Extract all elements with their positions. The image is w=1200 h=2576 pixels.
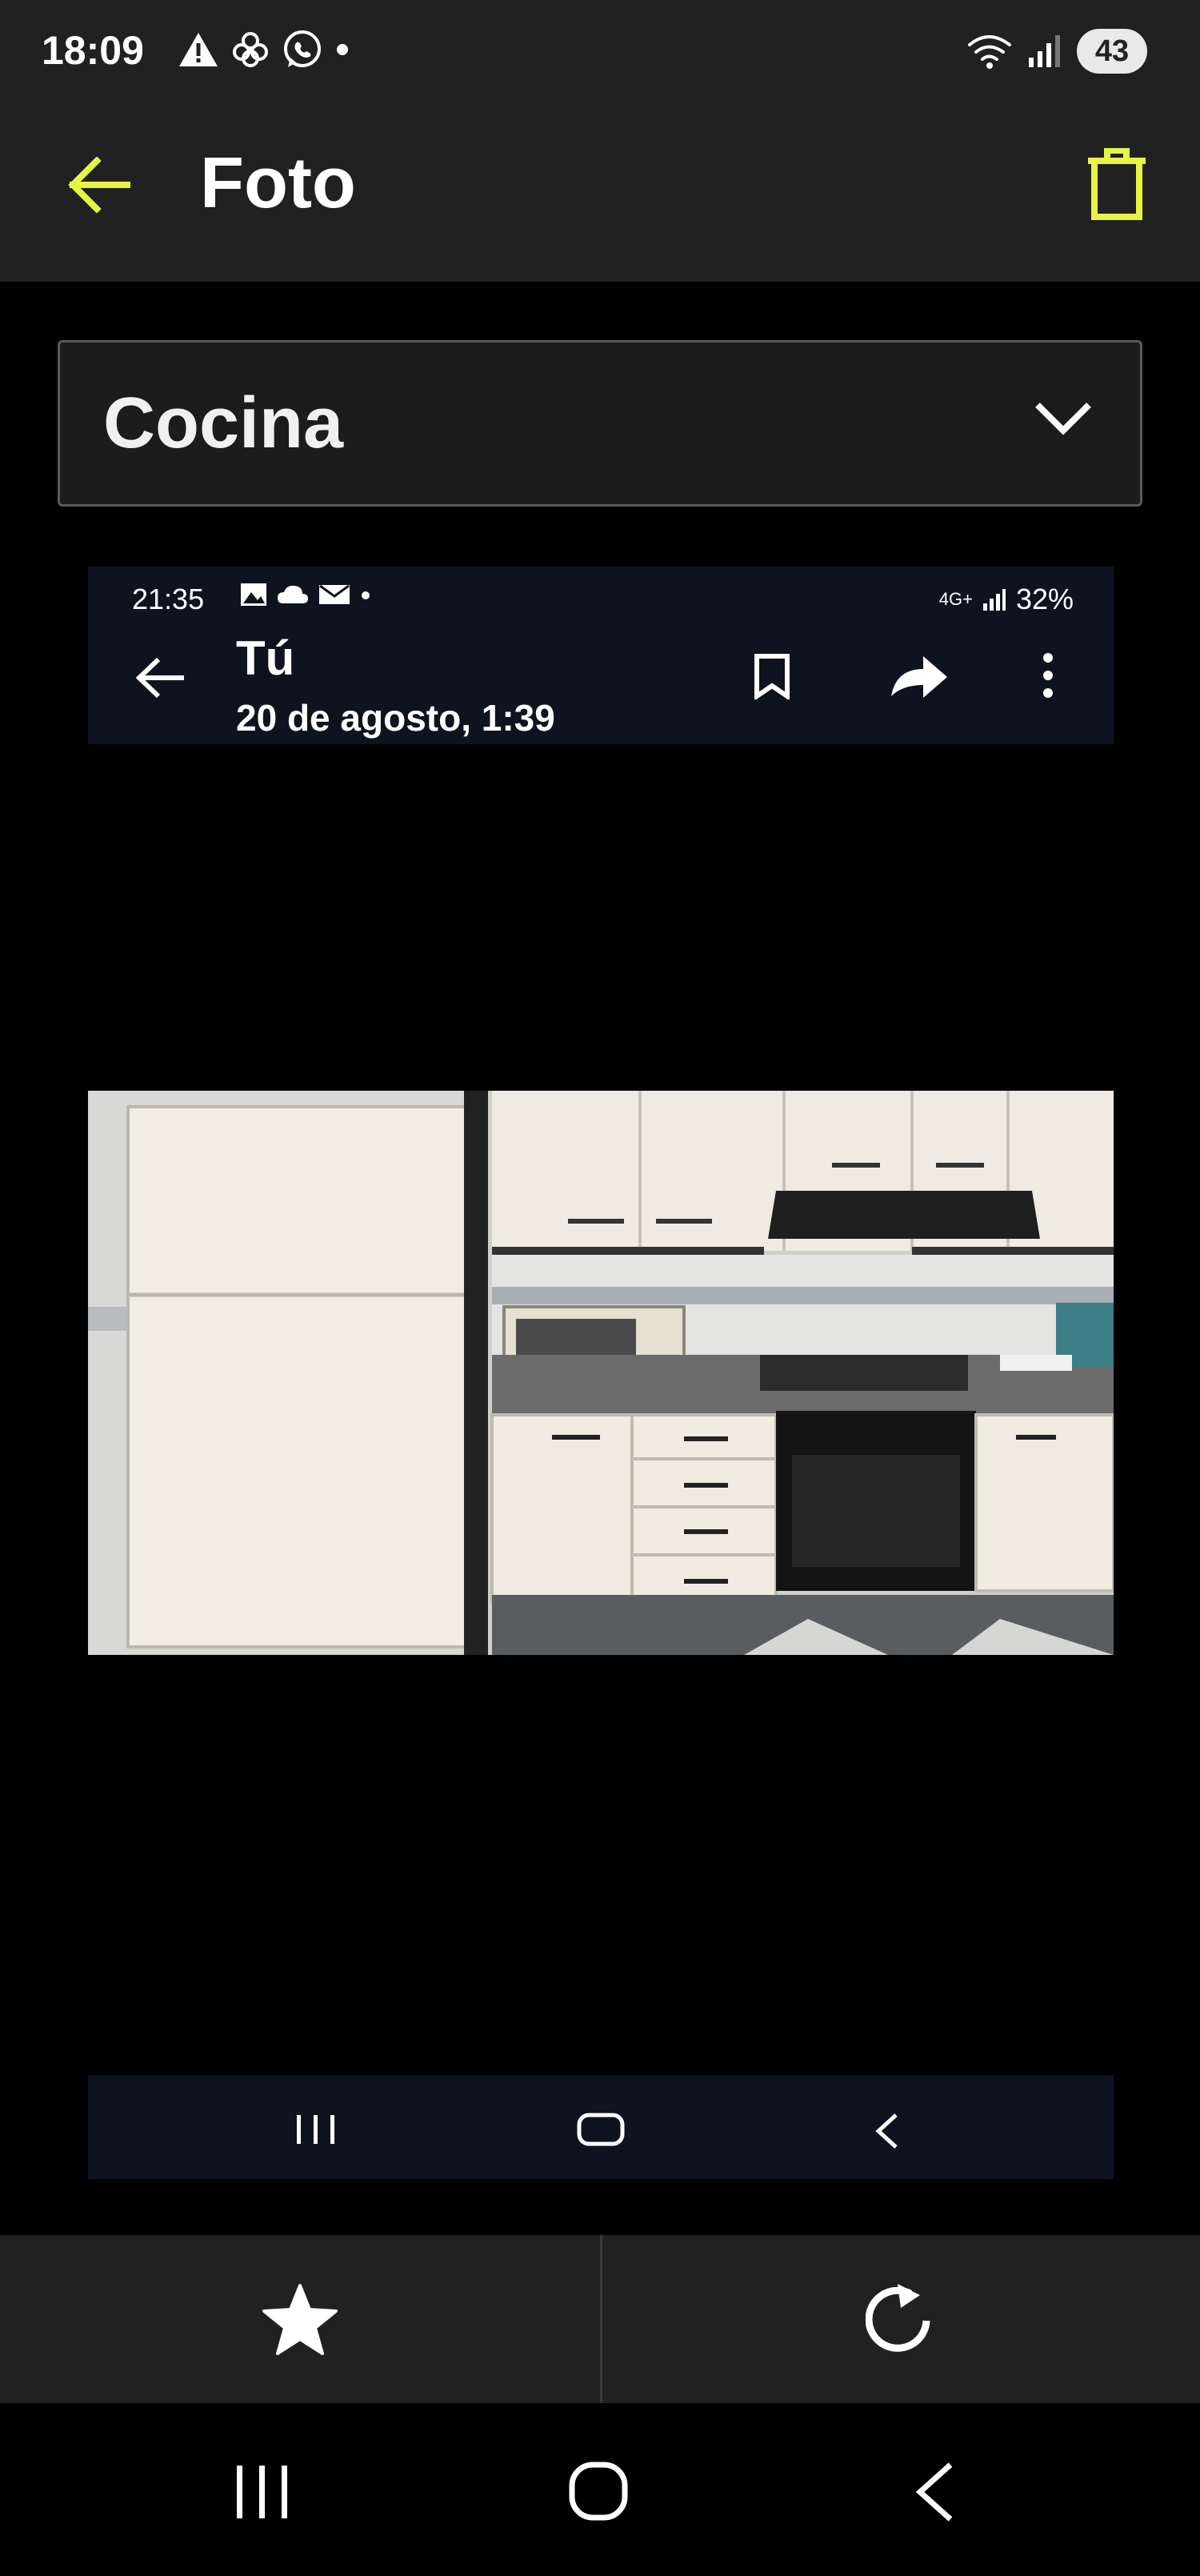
system-indicators: 43 — [966, 29, 1147, 74]
embedded-date: 20 de agosto, 1:39 — [236, 697, 555, 739]
rotate-icon — [866, 2284, 930, 2352]
cloud-icon — [278, 585, 308, 603]
signal-icon — [982, 589, 1006, 611]
recent-apps-icon[interactable] — [232, 2464, 293, 2520]
mail-icon — [319, 584, 350, 604]
back-icon[interactable] — [912, 2461, 957, 2523]
status-time: 18:09 — [42, 28, 144, 73]
home-icon[interactable] — [568, 2461, 629, 2522]
embedded-notification-icons — [240, 583, 371, 607]
warning-icon — [179, 33, 218, 66]
signal-icon — [1029, 35, 1060, 67]
whatsapp-icon — [284, 30, 321, 67]
home-icon — [577, 2113, 625, 2146]
embedded-indicators: 4G+ 32% — [939, 583, 1074, 616]
share-icon — [891, 656, 947, 698]
delete-button[interactable] — [1077, 144, 1157, 224]
favorite-button[interactable] — [240, 2275, 360, 2363]
back-icon — [875, 2113, 898, 2149]
wifi-icon — [968, 35, 1011, 69]
back-arrow-icon — [135, 657, 184, 699]
embedded-sender: Tú — [236, 631, 295, 685]
recent-apps-icon — [297, 2115, 334, 2144]
star-icon — [262, 2284, 338, 2355]
flower-icon — [233, 32, 268, 67]
embedded-time: 21:35 — [132, 583, 205, 615]
embedded-battery: 32% — [1015, 583, 1074, 615]
app-bar — [0, 104, 1200, 282]
dot-icon — [337, 44, 348, 55]
kitchen-photo — [88, 1091, 1114, 1655]
embedded-network: 4G+ — [938, 589, 973, 609]
category-select[interactable]: Cocina — [58, 340, 1142, 507]
embedded-nav-bar — [88, 2075, 1114, 2179]
battery-indicator: 43 — [1077, 29, 1147, 74]
back-button[interactable] — [62, 149, 134, 221]
rotate-button[interactable] — [840, 2275, 960, 2363]
photo-preview[interactable]: 21:35 4G+ 32% Tú 20 de agosto, 1:39 — [88, 567, 1114, 2179]
trash-icon — [1088, 148, 1146, 220]
bookmark-icon — [754, 654, 790, 699]
page-title: Foto — [200, 143, 356, 223]
arrow-left-icon — [68, 157, 130, 213]
chevron-down-icon — [1035, 403, 1091, 435]
embedded-status-bar: 21:35 4G+ 32% — [88, 567, 1114, 623]
notification-icons — [178, 29, 350, 70]
category-selected-value: Cocina — [103, 383, 344, 463]
dot-icon — [362, 591, 370, 599]
system-nav-bar — [0, 2403, 1200, 2576]
action-divider — [600, 2235, 602, 2403]
image-icon — [241, 583, 266, 606]
more-vertical-icon — [1043, 653, 1053, 698]
status-bar: 18:09 43 — [0, 0, 1200, 104]
